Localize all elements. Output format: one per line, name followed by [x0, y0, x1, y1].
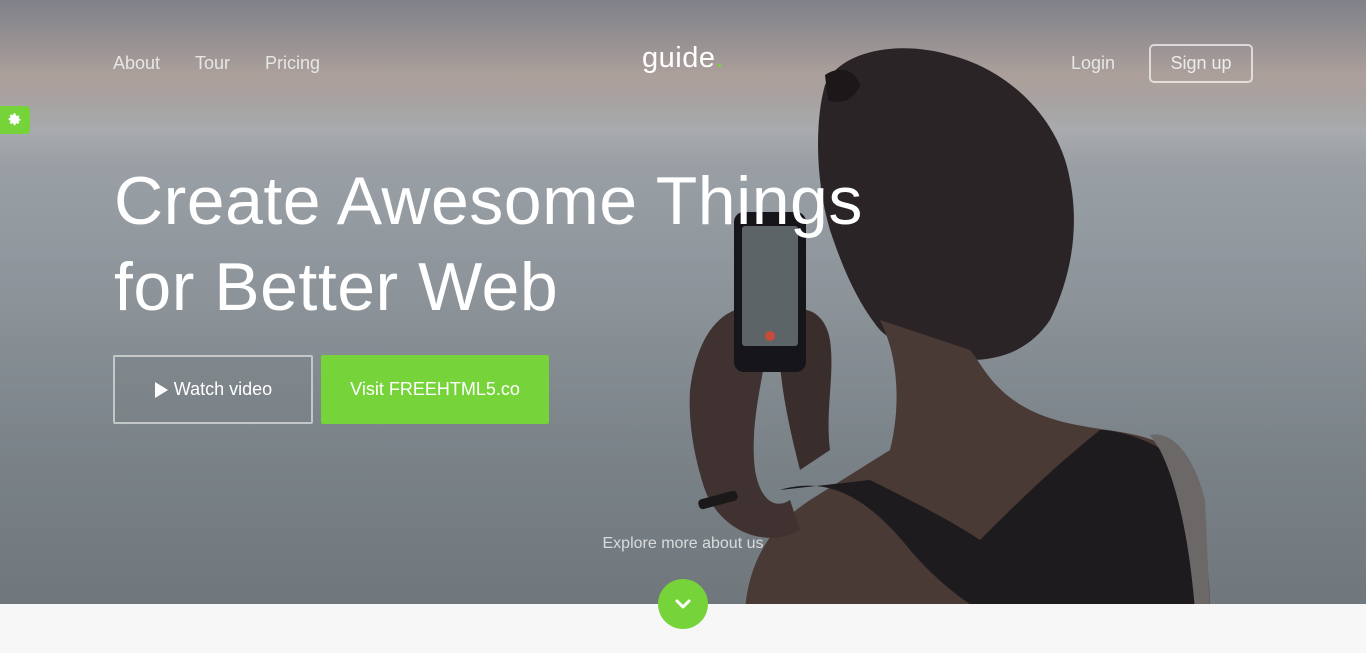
visit-freehtml5-button[interactable]: Visit FREEHTML5.co — [321, 355, 549, 424]
nav-link-tour[interactable]: Tour — [195, 53, 230, 74]
brand-text: guide — [642, 42, 716, 74]
headline-line-1: Create Awesome Things — [114, 163, 863, 239]
watch-video-label: Watch video — [173, 379, 273, 399]
top-navigation: About Tour Pricing guide. Login Sign up — [0, 0, 1366, 120]
brand-dot: . — [715, 42, 725, 74]
login-link[interactable]: Login — [1071, 53, 1115, 74]
explore-text: Explore more about us — [602, 535, 764, 552]
headline-line-2: for Better Web — [114, 249, 559, 325]
settings-toggle[interactable] — [0, 106, 30, 134]
scroll-down-button[interactable] — [658, 579, 708, 629]
watch-video-button[interactable]: Watch video — [113, 355, 313, 424]
brand-logo[interactable]: guide. — [642, 42, 724, 75]
visit-label: Visit FREEHTML5.co — [350, 379, 520, 399]
signup-button[interactable]: Sign up — [1149, 44, 1253, 83]
chevron-down-icon — [675, 599, 691, 609]
gear-icon — [8, 113, 21, 126]
play-icon — [154, 381, 168, 398]
hero-headline: Create Awesome Things for Better Web — [114, 158, 914, 330]
nav-link-pricing[interactable]: Pricing — [265, 53, 320, 74]
nav-link-about[interactable]: About — [113, 53, 160, 74]
